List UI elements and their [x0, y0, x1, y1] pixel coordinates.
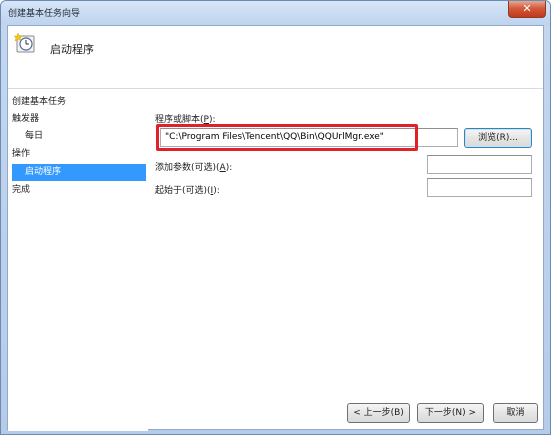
wizard-content: 程序或脚本(P): "C:\Program Files\Tencent\QQ\B… [148, 90, 543, 390]
wizard-client-area: 启动程序 创建基本任务 触发器 每日 操作 启动程序 完成 程序或脚本(P): … [7, 25, 544, 431]
back-button[interactable]: < 上一步(B) [347, 403, 410, 423]
arguments-input[interactable] [427, 155, 532, 174]
page-title: 启动程序 [50, 43, 94, 56]
window-title: 创建基本任务向导 [8, 9, 81, 19]
next-button[interactable]: 下一步(N) > [417, 403, 484, 423]
nav-item-start-program: 启动程序 [12, 164, 146, 181]
browse-button[interactable]: 浏览(R)... [464, 128, 532, 148]
wizard-header: 启动程序 [8, 26, 543, 89]
arguments-label: 添加参数(可选)(A): [155, 163, 233, 173]
nav-item-trigger: 触发器 [12, 114, 40, 124]
close-icon: ✕ [522, 2, 532, 15]
task-scheduler-clock-icon [14, 32, 35, 53]
nav-item-create-basic-task: 创建基本任务 [12, 97, 67, 107]
red-highlight-box [156, 124, 418, 151]
nav-item-finish: 完成 [12, 185, 31, 195]
title-bar[interactable]: 创建基本任务向导 ✕ [1, 1, 550, 25]
nav-item-daily: 每日 [25, 131, 44, 141]
cancel-button[interactable]: 取消 [493, 403, 538, 423]
wizard-step-nav: 创建基本任务 触发器 每日 操作 启动程序 完成 [8, 90, 148, 431]
wizard-window: 创建基本任务向导 ✕ 启动程序 创建基本任务 触发器 每日 操作 启动程序 完成 [0, 0, 551, 435]
close-button[interactable]: ✕ [508, 1, 546, 18]
start-in-input[interactable] [427, 178, 532, 197]
start-in-label: 起始于(可选)(I): [155, 186, 220, 196]
nav-item-action: 操作 [12, 149, 31, 159]
